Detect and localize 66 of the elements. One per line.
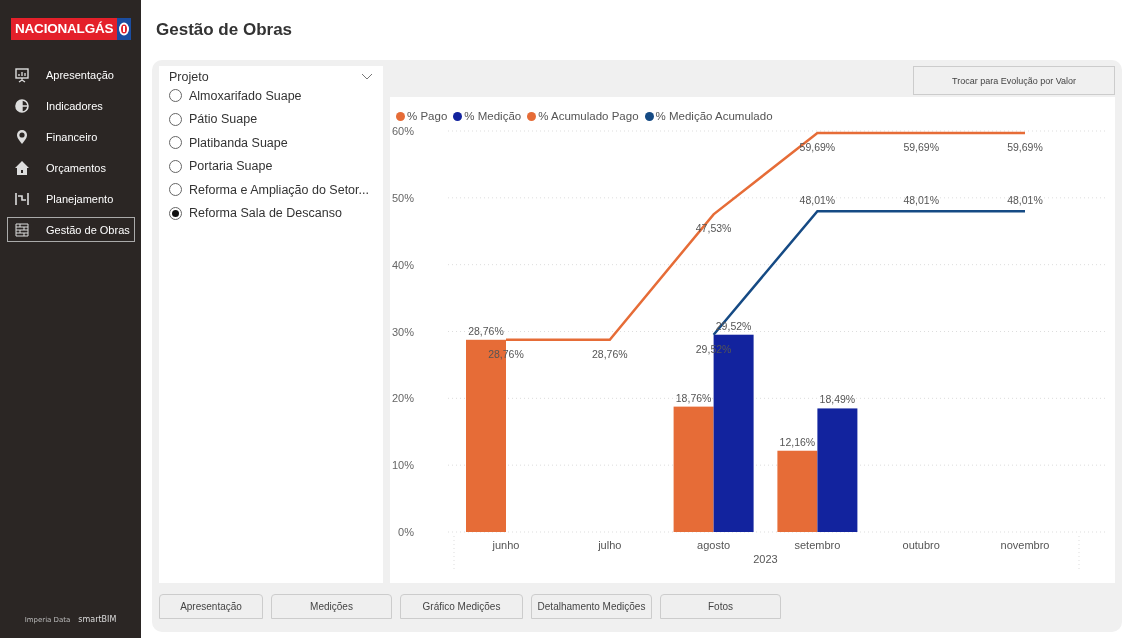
- axis-label: 40%: [391, 258, 414, 271]
- presentation-icon: [14, 66, 30, 83]
- sidebar-item[interactable]: Apresentação: [7, 62, 135, 87]
- sidebar-item[interactable]: Planejamento: [7, 186, 135, 211]
- steps-icon: [14, 190, 30, 207]
- data-label: 28,76%: [468, 324, 504, 337]
- axis-title: 2023: [753, 553, 778, 565]
- legend-item: % Acumulado Pago: [527, 110, 639, 122]
- data-label: 12,16%: [779, 435, 816, 448]
- sidebar-item[interactable]: Financeiro: [7, 124, 135, 149]
- axis-label: 0%: [398, 526, 414, 538]
- axis-label: julho: [598, 539, 622, 551]
- radio-option[interactable]: Portaria Suape: [169, 154, 273, 178]
- data-label: 59,69%: [903, 141, 939, 154]
- axis-label: agosto: [697, 539, 731, 551]
- data-label: 18,49%: [819, 393, 856, 406]
- data-label: 28,76%: [488, 347, 524, 360]
- partner-logo: smartBIM: [78, 615, 117, 624]
- radio-button[interactable]: [169, 89, 182, 103]
- brand-logo: NACIONALGÁS: [11, 18, 118, 40]
- page-tab[interactable]: Medições: [271, 594, 392, 619]
- legend-item: % Pago: [396, 110, 448, 122]
- data-label: 59,69%: [799, 141, 836, 154]
- data-label: 59,69%: [1007, 141, 1043, 154]
- data-label: 28,76%: [592, 347, 628, 360]
- axis-label: junho: [492, 539, 520, 551]
- sidebar-item[interactable]: Gestão de Obras: [7, 217, 135, 242]
- axis-label: 30%: [391, 325, 414, 338]
- axis-label: 20%: [391, 392, 414, 405]
- radio-button[interactable]: [169, 183, 182, 197]
- radio-button[interactable]: [169, 136, 182, 150]
- data-label: 48,01%: [1007, 194, 1043, 207]
- radio-option[interactable]: Almoxarifado Suape: [169, 84, 302, 108]
- slicer-title: Projeto: [169, 70, 209, 84]
- data-label: 29,52%: [695, 342, 732, 355]
- brick-wall-icon: [14, 221, 30, 238]
- data-label: 48,01%: [903, 194, 939, 207]
- radio-option[interactable]: Reforma e Ampliação do Setor...: [169, 178, 369, 202]
- radio-option[interactable]: Reforma Sala de Descanso: [169, 201, 342, 225]
- axis-label: 60%: [391, 125, 414, 137]
- sidebar-item[interactable]: Indicadores: [7, 93, 135, 118]
- location-pin-icon: [14, 128, 30, 145]
- radio-option[interactable]: Pátio Suape: [169, 107, 258, 131]
- legend-item: % Medição Acumulado: [644, 110, 773, 122]
- chevron-down-icon[interactable]: [361, 73, 373, 81]
- axis-label: 10%: [391, 459, 414, 472]
- page-tab[interactable]: Fotos: [660, 594, 781, 619]
- radio-button[interactable]: [169, 206, 182, 220]
- axis-label: outubro: [902, 539, 940, 551]
- sidebar-item[interactable]: Orçamentos: [7, 155, 135, 180]
- legend-item: % Medição: [453, 110, 522, 122]
- data-label: 48,01%: [799, 194, 836, 207]
- page-tab[interactable]: Apresentação: [159, 594, 263, 619]
- axis-label: 50%: [391, 191, 414, 204]
- toggle-button[interactable]: Trocar para Evolução por Valor: [913, 66, 1115, 95]
- axis-label: novembro: [1000, 539, 1050, 551]
- radio-button[interactable]: [169, 159, 182, 173]
- page-title: Gestão de Obras: [156, 20, 294, 41]
- pie-chart-icon: [14, 97, 30, 114]
- page-tab[interactable]: Detalhamento Medições: [531, 594, 652, 619]
- house-icon: [14, 159, 30, 176]
- axis-label: setembro: [794, 539, 841, 551]
- data-label: 18,76%: [675, 391, 712, 404]
- radio-option[interactable]: Platibanda Suape: [169, 131, 288, 155]
- radio-button[interactable]: [169, 112, 182, 126]
- page-tab[interactable]: Gráfico Medições: [400, 594, 523, 619]
